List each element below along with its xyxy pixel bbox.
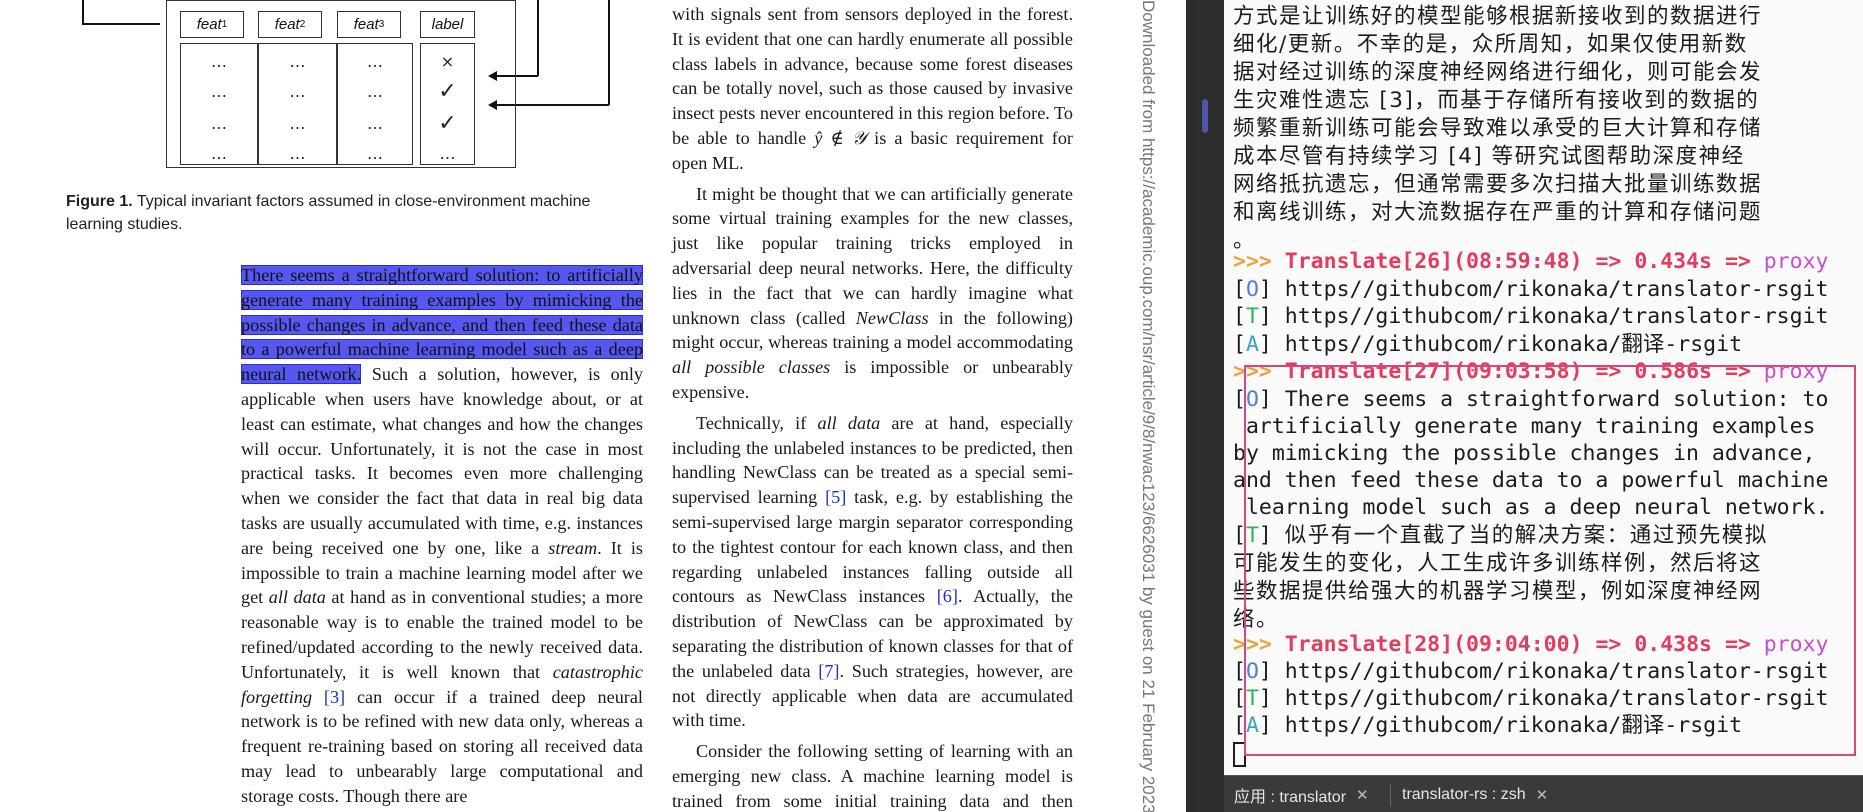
output-line: 方式是让训练好的模型能够根据新接收到的数据进行 — [1233, 4, 1763, 29]
paragraph: Technically, if all data are at hand, es… — [672, 412, 1073, 731]
text-column-left[interactable]: There seems a straightforward solution: … — [241, 263, 643, 809]
citation-link[interactable]: [5] — [825, 487, 846, 507]
output-line: 网络抵抗遗忘，但通常需要多次扫描大批量训练数据 — [1233, 172, 1763, 197]
output-line: 频繁重新训练可能会导致难以承受的巨大计算和存储 — [1233, 116, 1763, 141]
tab-translator[interactable]: 应用 : translator ✕ — [1234, 782, 1369, 808]
terminal-window[interactable]: 方式是让训练好的模型能够根据新接收到的数据进行 细化/更新。不幸的是，众所周知，… — [1194, 0, 1863, 812]
cell: … — [367, 144, 383, 163]
selection-box — [1244, 365, 1856, 756]
check-icon: ✓ — [438, 111, 457, 136]
cell: … — [289, 114, 306, 133]
column-feat1: … … … … — [180, 43, 258, 165]
column-feat3: … … … … — [337, 43, 413, 165]
figure-table: feat 1 feat 2 feat 3 label … … … … … … … … … — [166, 0, 516, 168]
column-label: × ✓ ✓ … — [420, 43, 475, 165]
pdf-viewer[interactable]: feat 1 feat 2 feat 3 label … … … … … … … … … — [0, 0, 1186, 812]
paragraph: with signals sent from sensors deployed … — [672, 4, 1073, 173]
cell: … — [439, 144, 456, 163]
output-line: 成本尽管有持续学习 [4] 等研究试图帮助深度神经 — [1233, 144, 1745, 169]
tab-translator-rs-zsh[interactable]: translator-rs : zsh ✕ — [1402, 782, 1548, 808]
figure-flow-line — [82, 23, 160, 25]
figure-flow-line — [82, 0, 84, 24]
cell: … — [367, 114, 383, 133]
header-label: label — [420, 11, 475, 38]
cell: … — [211, 82, 227, 101]
output-line: 和离线训练，对大流数据存在严重的计算和存储问题 — [1233, 200, 1763, 225]
cell: … — [367, 52, 383, 71]
figure-flow-line — [608, 0, 610, 105]
cell: … — [289, 144, 306, 163]
citation-link[interactable]: [6] — [937, 586, 958, 606]
column-feat2: … … … … — [258, 43, 337, 165]
citation-link[interactable]: [3] — [324, 687, 345, 707]
output-line-translated: [T] https//githubcom/rikonaka/translator… — [1233, 304, 1829, 329]
terminal-output[interactable]: 方式是让训练好的模型能够根据新接收到的数据进行 细化/更新。不幸的是，众所周知，… — [1224, 0, 1863, 775]
tab-separator — [1390, 784, 1391, 806]
output-line-original: [O] https//githubcom/rikonaka/translator… — [1233, 277, 1829, 302]
check-icon: ✓ — [438, 79, 457, 104]
output-line: 细化/更新。不幸的是，众所周知，如果仅使用新数 — [1233, 32, 1748, 57]
citation-link[interactable]: [7] — [818, 661, 839, 681]
close-icon[interactable]: ✕ — [1536, 786, 1549, 804]
cell: … — [289, 82, 306, 101]
figure-caption: Figure 1. Typical invariant factors assu… — [66, 193, 591, 233]
cell: … — [211, 52, 227, 71]
cell: … — [211, 144, 227, 163]
paragraph[interactable]: There seems a straightforward solution: … — [241, 263, 643, 809]
text-column-right[interactable]: with signals sent from sensors deployed … — [672, 2, 1073, 812]
cell: × — [440, 52, 455, 71]
header-feat2: feat 2 — [258, 11, 322, 38]
output-line-alt: [A] https//githubcom/rikonaka/翻译-rsgit — [1233, 332, 1743, 357]
translate-header: >>> Translate[26](08:59:48) => 0.434s =>… — [1233, 249, 1829, 274]
paragraph: Consider the following setting of learni… — [672, 741, 1073, 811]
figure-flow-line — [537, 0, 539, 76]
cell: … — [211, 114, 227, 133]
header-feat1: feat 1 — [180, 11, 244, 38]
figure-1: feat 1 feat 2 feat 3 label … … … … … … … … … — [60, 0, 660, 172]
terminal-gutter — [1194, 0, 1224, 775]
window-divider[interactable] — [1186, 0, 1194, 812]
paragraph: It might be thought that we can artifici… — [672, 183, 1073, 402]
gutter-marker — [1202, 99, 1208, 133]
close-icon[interactable]: ✕ — [1356, 786, 1369, 804]
header-feat3: feat 3 — [337, 11, 401, 38]
download-watermark: Downloaded from https://academic.oup.com… — [1139, 0, 1158, 812]
cell: … — [289, 52, 306, 71]
output-line: 据对经过训练的深度神经网络进行细化，则可能会发 — [1233, 60, 1763, 85]
terminal-tab-bar: 应用 : translator ✕ translator-rs : zsh ✕ — [1224, 775, 1863, 812]
output-line: 生灾难性遗忘 [3]，而基于存储所有接收到的数据的 — [1233, 88, 1760, 113]
cell: … — [367, 82, 383, 101]
